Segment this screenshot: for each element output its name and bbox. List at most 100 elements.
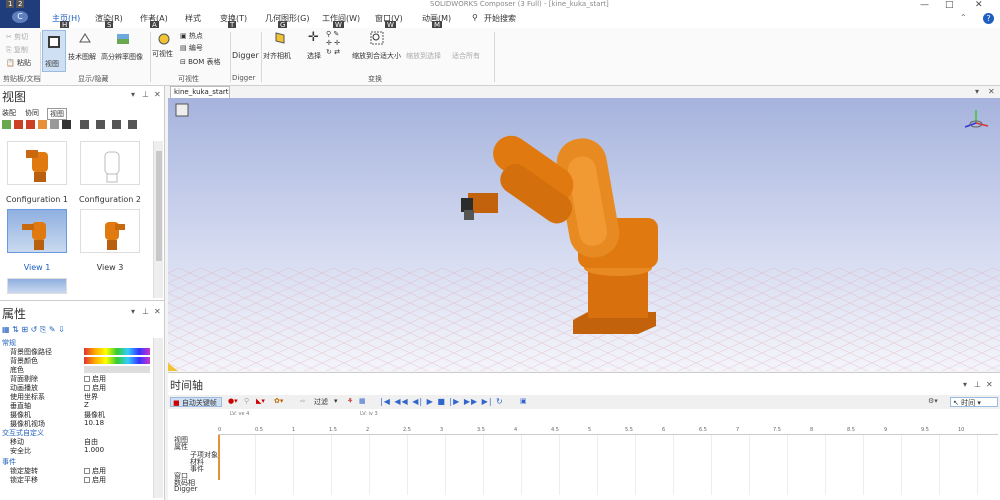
track-digger[interactable]: Digger bbox=[174, 485, 197, 493]
refresh-icon[interactable]: ↺ bbox=[31, 325, 38, 334]
sort-category-icon[interactable]: ▦ bbox=[2, 325, 10, 334]
doc-close-icon[interactable]: ✕ bbox=[988, 87, 995, 96]
checkbox[interactable] bbox=[84, 477, 90, 483]
cut-button[interactable]: ✂ 剪切 bbox=[6, 32, 28, 42]
properties-scrollbar[interactable] bbox=[153, 338, 163, 498]
prop-row[interactable]: 动画播放 启用 bbox=[0, 383, 155, 392]
fit-all-button[interactable]: 适合所有 bbox=[452, 51, 480, 61]
prop-row[interactable]: 背景颜色 bbox=[0, 356, 155, 365]
tab-views[interactable]: 视图 bbox=[47, 108, 67, 120]
create-view-icon[interactable] bbox=[2, 120, 11, 129]
zoom-selection-button[interactable]: 缩放到选择 bbox=[406, 51, 441, 61]
prop-row[interactable]: 锁定平移 启用 bbox=[0, 475, 155, 484]
timeline-track-area[interactable] bbox=[218, 435, 998, 495]
prop-row[interactable]: 垂直轴 Z bbox=[0, 401, 155, 410]
expand-icon[interactable]: ⊞ bbox=[21, 325, 28, 334]
tab-style[interactable]: 样式 bbox=[185, 13, 201, 24]
export-icon[interactable]: ⇩ bbox=[58, 325, 65, 334]
align-camera-button[interactable]: 对齐相机 bbox=[263, 51, 291, 61]
minimize-button[interactable]: — bbox=[920, 0, 929, 10]
brush-icon[interactable]: ✎ bbox=[49, 325, 56, 334]
prop-row[interactable]: 摄像机视场 10.18 bbox=[0, 419, 155, 428]
views-scrollbar[interactable] bbox=[153, 141, 163, 298]
track-properties[interactable]: 属性 bbox=[174, 442, 188, 452]
app-menu-button[interactable]: 1 2 C bbox=[0, 0, 40, 28]
view-settings-icon[interactable] bbox=[50, 120, 59, 129]
copy-props-icon[interactable]: ⎘ bbox=[40, 325, 46, 334]
camera-key-icon[interactable]: ◣▾ bbox=[256, 397, 265, 407]
track-events[interactable]: 事件 bbox=[190, 464, 204, 474]
time-mode-select[interactable]: ↖ 时间 ▾ bbox=[950, 397, 998, 407]
document-tab[interactable]: kine_kuka_start bbox=[170, 86, 230, 98]
prop-row[interactable]: 背景图像路径 bbox=[0, 347, 155, 356]
group-icon-1[interactable] bbox=[80, 120, 89, 129]
view-thumbnail-view-1[interactable] bbox=[7, 209, 67, 253]
paste-button[interactable]: 📋 粘贴 bbox=[6, 58, 31, 68]
panel-close-icon[interactable]: ✕ bbox=[154, 307, 161, 316]
view-thumbnail-partial[interactable] bbox=[7, 278, 67, 294]
pin-icon[interactable]: ⊥ bbox=[142, 307, 149, 316]
prop-row[interactable]: 锁定旋转 启用 bbox=[0, 466, 155, 475]
sort-alpha-icon[interactable]: ⇅ bbox=[12, 325, 19, 334]
checkbox[interactable] bbox=[84, 385, 90, 391]
play-view-icon[interactable] bbox=[62, 120, 71, 129]
maximize-button[interactable]: □ bbox=[945, 0, 954, 10]
minimize-ribbon-icon[interactable]: ⌃ bbox=[960, 13, 967, 22]
notes-button[interactable]: ▤ 编号 bbox=[180, 43, 203, 53]
viewport-menu-icon[interactable] bbox=[175, 103, 189, 117]
visibility-button[interactable]: 可视性 bbox=[152, 49, 173, 59]
prop-row[interactable]: 背面剔除 启用 bbox=[0, 374, 155, 383]
high-res-image-button[interactable]: 高分辨率图像 bbox=[101, 52, 143, 62]
panel-dropdown-icon[interactable]: ▾ bbox=[963, 380, 967, 389]
close-window-button[interactable]: ✕ bbox=[975, 0, 983, 10]
group-icon-4[interactable] bbox=[128, 120, 137, 129]
search-label[interactable]: 开始搜索 bbox=[484, 13, 516, 24]
prop-row[interactable]: 安全比 1.000 bbox=[0, 446, 155, 455]
timeline-ruler[interactable]: 0 0.5 1 1.5 2 2.5 3 3.5 4 4.5 5 5.5 6 6.5 7 7.5 8 8.5 9 9.5… bbox=[218, 427, 998, 435]
group-icon-3[interactable] bbox=[112, 120, 121, 129]
table-icon[interactable]: ▦ bbox=[359, 397, 366, 407]
help-icon[interactable]: ? bbox=[983, 13, 994, 24]
snap-icon[interactable]: ⚘ bbox=[347, 397, 353, 407]
playback-controls[interactable]: |◀ ◀◀ ◀| ▶ ■ |▶ ▶▶ ▶| ↻ bbox=[380, 397, 504, 407]
filter-dropdown-icon[interactable]: ▾ bbox=[334, 397, 338, 407]
digger-button[interactable]: Digger bbox=[232, 51, 259, 60]
filter-button[interactable]: 过滤 bbox=[314, 397, 328, 407]
panel-close-icon[interactable]: ✕ bbox=[154, 90, 161, 99]
transform-small-icons[interactable]: ⚲ ✎ ✛ ✛ ↻ ⇄ bbox=[326, 30, 340, 57]
pin-icon[interactable]: ⊥ bbox=[974, 380, 981, 389]
views-scroll-thumb[interactable] bbox=[156, 151, 162, 261]
doc-dropdown-icon[interactable]: ▾ bbox=[975, 87, 979, 96]
tab-assembly[interactable]: 装配 bbox=[2, 108, 16, 118]
prop-row[interactable]: 底色 bbox=[0, 365, 155, 374]
update-view-icon[interactable] bbox=[14, 120, 23, 129]
group-icon-2[interactable] bbox=[96, 120, 105, 129]
tool-icon[interactable]: ⚙▾ bbox=[928, 397, 938, 407]
rename-view-icon[interactable] bbox=[38, 120, 47, 129]
checkbox[interactable] bbox=[84, 376, 90, 382]
delete-view-icon[interactable] bbox=[26, 120, 35, 129]
view-thumbnail-configuration-1[interactable] bbox=[7, 141, 67, 185]
technical-illustration-button[interactable]: 技术图解 bbox=[68, 52, 96, 62]
loop-icon[interactable]: ▣ bbox=[520, 397, 527, 407]
panel-dropdown-icon[interactable]: ▾ bbox=[131, 90, 135, 99]
key-icon[interactable]: ⚲ bbox=[244, 397, 249, 407]
zoom-fit-button[interactable]: 缩放到合适大小 bbox=[352, 51, 401, 61]
hotspot-button[interactable]: ▣ 热点 bbox=[180, 31, 203, 41]
prop-row[interactable]: 移动 自由 bbox=[0, 437, 155, 446]
copy-button[interactable]: ⎘ 复制 bbox=[6, 45, 28, 55]
view-thumbnail-configuration-2[interactable] bbox=[80, 141, 140, 185]
view-button[interactable]: 视图 bbox=[42, 30, 66, 72]
props-key-icon[interactable]: ✿▾ bbox=[274, 397, 283, 407]
checkbox[interactable] bbox=[84, 468, 90, 474]
panel-dropdown-icon[interactable]: ▾ bbox=[131, 307, 135, 316]
select-button[interactable]: 选择 bbox=[307, 51, 321, 61]
panel-close-icon[interactable]: ✕ bbox=[986, 380, 993, 389]
auto-key-button[interactable]: ■ 自动关键帧 bbox=[170, 397, 222, 407]
set-key-icon[interactable]: ●▾ bbox=[228, 397, 238, 407]
filter-arrow-icon[interactable]: ⇨ bbox=[300, 397, 306, 407]
prop-row[interactable]: 使用坐标系 世界 bbox=[0, 392, 155, 401]
bom-button[interactable]: ⊟ BOM 表格 bbox=[180, 57, 221, 67]
view-thumbnail-view-3[interactable] bbox=[80, 209, 140, 253]
tab-collaboration[interactable]: 协同 bbox=[25, 108, 39, 118]
